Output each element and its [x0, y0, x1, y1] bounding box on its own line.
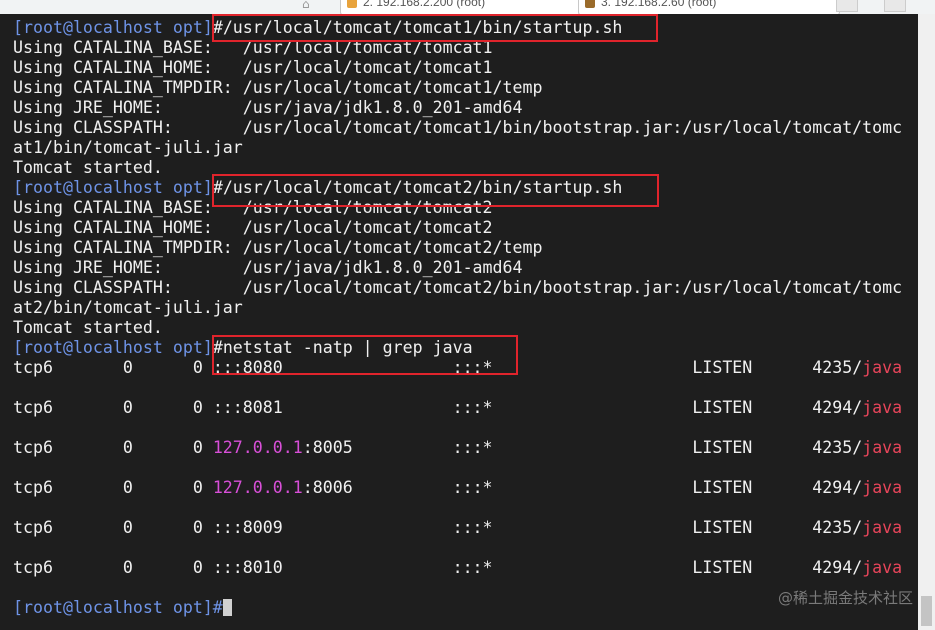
- command-line: [root@localhost opt]#: [13, 598, 902, 618]
- tab-session-3[interactable]: 3. 192.168.2.60 (root): [578, 0, 840, 14]
- netstat-cols: :8006 :::* LISTEN 4294/: [302, 478, 863, 497]
- window-button[interactable]: [884, 0, 906, 12]
- output-line: Using CATALINA_TMPDIR: /usr/local/tomcat…: [13, 78, 543, 97]
- netstat-cols: :::8010 :::* LISTEN 4294/: [212, 558, 863, 577]
- netstat-cols: tcp6 0 0: [13, 558, 213, 577]
- scrollbar-thumb[interactable]: [921, 596, 932, 626]
- output-line: Using CATALINA_HOME: /usr/local/tomcat/t…: [13, 58, 493, 77]
- netstat-cols: tcp6 0 0: [13, 478, 213, 497]
- netstat-cols: :::8081 :::* LISTEN 4294/: [212, 398, 863, 417]
- output-line: Using JRE_HOME: /usr/java/jdk1.8.0_201-a…: [13, 258, 523, 277]
- netstat-cols: :8005 :::* LISTEN 4235/: [302, 438, 863, 457]
- output-line: Using CATALINA_TMPDIR: /usr/local/tomcat…: [13, 238, 543, 257]
- shell-prompt: [root@localhost opt]: [13, 178, 213, 197]
- tab-label: 2. 192.168.2.200 (root): [363, 0, 486, 9]
- terminal-output[interactable]: [root@localhost opt]#/usr/local/tomcat/t…: [0, 14, 918, 630]
- local-ip: 127.0.0.1: [212, 438, 303, 457]
- highlight-box: [212, 335, 518, 375]
- window-button[interactable]: [836, 0, 858, 12]
- process-name: java: [862, 518, 903, 537]
- process-name: java: [862, 478, 903, 497]
- text-cursor: [222, 599, 232, 616]
- netstat-cols: :::8009 :::* LISTEN 4235/: [212, 518, 863, 537]
- output-line: at1/bin/tomcat-juli.jar: [13, 138, 243, 157]
- output-line: Using CATALINA_HOME: /usr/local/tomcat/t…: [13, 218, 493, 237]
- tab-session-2[interactable]: 2. 192.168.2.200 (root): [340, 0, 592, 14]
- watermark: @稀土掘金技术社区: [777, 589, 913, 607]
- shell-prompt: [root@localhost opt]#: [13, 598, 223, 617]
- shell-prompt: [root@localhost opt]: [13, 338, 213, 357]
- tab-label: 3. 192.168.2.60 (root): [601, 0, 717, 9]
- output-line: Using CLASSPATH: /usr/local/tomcat/tomca…: [13, 278, 903, 297]
- process-name: java: [862, 558, 903, 577]
- netstat-row: tcp6 0 0 :::8010 :::* LISTEN 4294/java: [13, 558, 902, 578]
- process-name: java: [862, 358, 903, 377]
- highlight-box: [212, 14, 658, 42]
- shell-prompt: [root@localhost opt]: [13, 18, 213, 37]
- session-icon: [585, 0, 595, 8]
- process-name: java: [862, 438, 903, 457]
- output-line: at2/bin/tomcat-juli.jar: [13, 298, 243, 317]
- tab-bar: ⌂ 2. 192.168.2.200 (root) 3. 192.168.2.6…: [0, 0, 935, 14]
- vertical-scrollbar[interactable]: [918, 14, 935, 630]
- netstat-row: tcp6 0 0 127.0.0.1:8005 :::* LISTEN 4235…: [13, 438, 902, 458]
- highlight-box: [212, 174, 659, 207]
- output-line: Using JRE_HOME: /usr/java/jdk1.8.0_201-a…: [13, 98, 523, 117]
- terminal-app-icon: ⌂: [302, 0, 310, 11]
- netstat-cols: tcp6 0 0: [13, 438, 213, 457]
- netstat-row: tcp6 0 0 :::8009 :::* LISTEN 4235/java: [13, 518, 902, 538]
- local-ip: 127.0.0.1: [212, 478, 303, 497]
- netstat-cols: tcp6 0 0: [13, 518, 213, 537]
- netstat-cols: tcp6 0 0: [13, 398, 213, 417]
- netstat-row: tcp6 0 0 127.0.0.1:8006 :::* LISTEN 4294…: [13, 478, 902, 498]
- session-icon: [347, 0, 357, 8]
- netstat-cols: tcp6 0 0: [13, 358, 213, 377]
- netstat-row: tcp6 0 0 :::8081 :::* LISTEN 4294/java: [13, 398, 902, 418]
- output-line: Using CLASSPATH: /usr/local/tomcat/tomca…: [13, 118, 903, 137]
- process-name: java: [862, 398, 903, 417]
